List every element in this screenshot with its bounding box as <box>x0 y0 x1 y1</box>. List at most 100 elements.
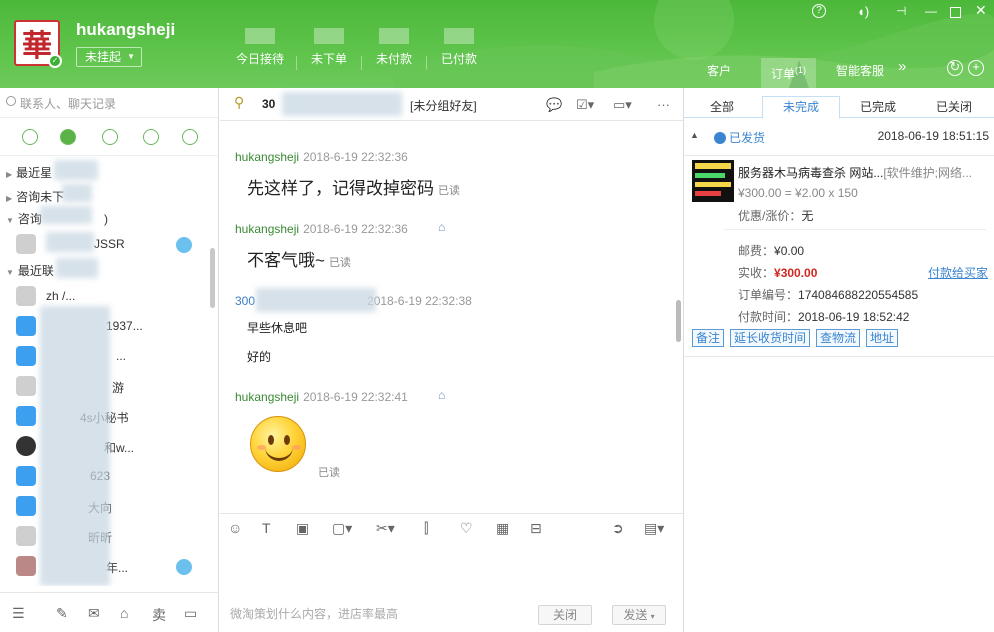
paid-label: 实收： <box>738 266 775 280</box>
sell-icon[interactable]: 卖 <box>152 605 166 625</box>
tab-orders[interactable]: 订单(1) <box>761 58 817 88</box>
avatar <box>16 376 36 396</box>
chevron-right-icon: ▶ <box>6 194 13 203</box>
group-label: 最近星 <box>16 166 53 180</box>
tab-closed-orders[interactable]: 已关闭 <box>936 98 972 115</box>
message-input[interactable]: 微淘策划什么内容，进店率最高 关闭 发送 ▾ <box>220 541 683 632</box>
avatar <box>16 466 36 486</box>
product-thumbnail[interactable] <box>692 160 734 202</box>
coupon-icon[interactable]: ⊟ <box>530 520 542 537</box>
shop-icon[interactable]: ⌂ <box>120 605 128 621</box>
note-button[interactable]: 备注 <box>692 329 725 347</box>
vibrate-icon[interactable]: ⫿ <box>424 520 428 537</box>
contact-list-scrollbar[interactable] <box>210 248 215 308</box>
heart-icon[interactable]: ♡ <box>460 520 473 537</box>
tab-incomplete-orders[interactable]: 未完成 <box>762 96 841 119</box>
input-toolbar: ☺ T ▣ ▢▾ ✂▾ ⫿ ♡ ▦ ⊟ ➲ ▤▾ <box>220 513 683 541</box>
minimize-icon[interactable]: — <box>925 4 937 18</box>
recent-clock-icon[interactable] <box>60 129 76 145</box>
message-time: 2018-6-19 22:32:41 <box>303 390 408 404</box>
message-badge-icon <box>176 237 192 253</box>
stat-not-ordered[interactable]: 未下单 <box>311 28 347 67</box>
group-consult-not-ordered[interactable]: ▶ 咨询未下 <box>6 188 64 205</box>
edit-icon[interactable]: ✎ <box>56 605 68 622</box>
quick-reply-icon[interactable]: ➲ <box>612 520 624 537</box>
product-title-line[interactable]: 服务器木马病毒查杀 网站...[软件维护;网络... <box>738 164 972 181</box>
add-icon[interactable]: + <box>968 60 984 76</box>
read-status: 已读 <box>438 185 460 197</box>
stat-label: 未下单 <box>311 52 348 66</box>
chat-scrollbar[interactable] <box>676 300 681 342</box>
extend-receipt-button[interactable]: 延长收货时间 <box>730 329 811 347</box>
message-time: 2018-6-19 22:32:38 <box>367 294 472 308</box>
font-icon[interactable]: T <box>262 520 271 536</box>
more-icon[interactable]: ··· <box>657 97 670 112</box>
chevron-up-icon[interactable]: ▲ <box>690 130 699 140</box>
message-sender: hukangsheji <box>235 390 300 404</box>
stat-label: 今日接待 <box>236 52 285 66</box>
calculator-icon[interactable]: ▦ <box>496 520 509 537</box>
scissors-icon[interactable]: ✂▾ <box>376 520 395 537</box>
contact-item[interactable]: zh /... <box>16 286 206 308</box>
address-button[interactable]: 地址 <box>866 329 899 347</box>
more-tabs-icon[interactable]: » <box>898 58 906 84</box>
org-tree-icon[interactable] <box>182 129 198 145</box>
sound-icon[interactable]: ◖) <box>857 4 869 19</box>
tab-all-orders[interactable]: 全部 <box>710 98 734 115</box>
pin-icon[interactable]: ⊣ <box>896 4 906 18</box>
stat-unpaid[interactable]: 未付款 <box>376 28 412 67</box>
contact-person-icon[interactable] <box>102 129 118 145</box>
group-people-icon[interactable] <box>143 129 159 145</box>
tab-customer[interactable]: 客户 <box>707 62 731 88</box>
privacy-blur <box>56 258 98 278</box>
close-icon[interactable]: ✕ <box>975 2 987 19</box>
image-icon[interactable]: ▣ <box>296 520 309 537</box>
stat-value-blurred <box>379 28 409 44</box>
contact-search[interactable]: 联系人、聊天记录 <box>0 88 218 118</box>
menu-icon[interactable]: ☰ <box>12 605 25 622</box>
send-button[interactable]: 发送 ▾ <box>612 605 666 625</box>
message-text: 先这样了，记得改掉密码 已读 <box>247 174 460 199</box>
message-header: hukangsheji 2018-6-19 22:32:36 <box>235 150 408 164</box>
app-header: 華 ✓ hukangsheji 未挂起 ▼ 今日接待 未下单 未付款 已付款 客… <box>0 0 994 88</box>
contact-item[interactable]: JSSR <box>16 234 206 256</box>
postage-row: 邮费：¥0.00 <box>738 242 804 259</box>
shipping-status-label: 已发货 <box>729 131 766 145</box>
status-dropdown[interactable]: 未挂起 ▼ <box>76 47 142 67</box>
speech-bubble-icon[interactable]: 💬 <box>546 97 562 113</box>
avatar <box>16 406 36 426</box>
avatar <box>16 436 36 456</box>
stat-paid[interactable]: 已付款 <box>441 28 477 67</box>
tab-orders-count: (1) <box>795 65 807 75</box>
emoji-icon[interactable]: ☺ <box>228 520 242 536</box>
video-icon[interactable]: ▭▾ <box>613 97 632 113</box>
tab-smart-service[interactable]: 智能客服 <box>836 62 884 88</box>
tab-completed-orders[interactable]: 已完成 <box>860 98 896 115</box>
window-icon[interactable]: ▭ <box>184 605 197 622</box>
message-badge-icon <box>176 559 192 575</box>
history-icon[interactable]: ▤▾ <box>644 520 664 537</box>
service-cap-icon: ⌂ <box>438 388 446 402</box>
contacts-panel: 联系人、聊天记录 ▶ 最近星 ▶ 咨询未下 ▼ 咨询) JSSR ▼ 最近联 zh /.… <box>0 88 219 632</box>
refund-to-buyer-link[interactable]: 付款给买家 <box>928 264 988 281</box>
pay-time-row: 付款时间：2018-06-19 18:52:42 <box>738 308 909 325</box>
divider <box>724 229 986 230</box>
chat-bubble-icon[interactable] <box>22 129 38 145</box>
privacy-blur <box>40 306 110 586</box>
shop-avatar[interactable]: 華 ✓ <box>14 20 62 68</box>
task-check-icon[interactable]: ☑▾ <box>576 97 594 113</box>
maximize-icon[interactable] <box>950 7 961 18</box>
refresh-icon[interactable]: ↻ <box>947 60 963 76</box>
close-chat-button[interactable]: 关闭 <box>538 605 592 625</box>
chevron-down-icon: ▼ <box>127 52 135 61</box>
chat-header: ⚲ 30 [未分组好友] 💬 ☑▾ ▭▾ ··· <box>220 88 683 121</box>
read-status: 已读 <box>328 257 351 269</box>
stat-today-reception[interactable]: 今日接待 <box>236 28 284 67</box>
help-icon[interactable]: ? <box>812 4 826 18</box>
track-logistics-button[interactable]: 查物流 <box>816 329 861 347</box>
folder-icon[interactable]: ▢▾ <box>332 520 352 537</box>
postage-label: 邮费： <box>738 244 775 258</box>
group-recent-star[interactable]: ▶ 最近星 <box>6 164 52 181</box>
mail-icon[interactable]: ✉ <box>88 605 100 622</box>
group-recent-contact[interactable]: ▼ 最近联 <box>6 262 54 279</box>
